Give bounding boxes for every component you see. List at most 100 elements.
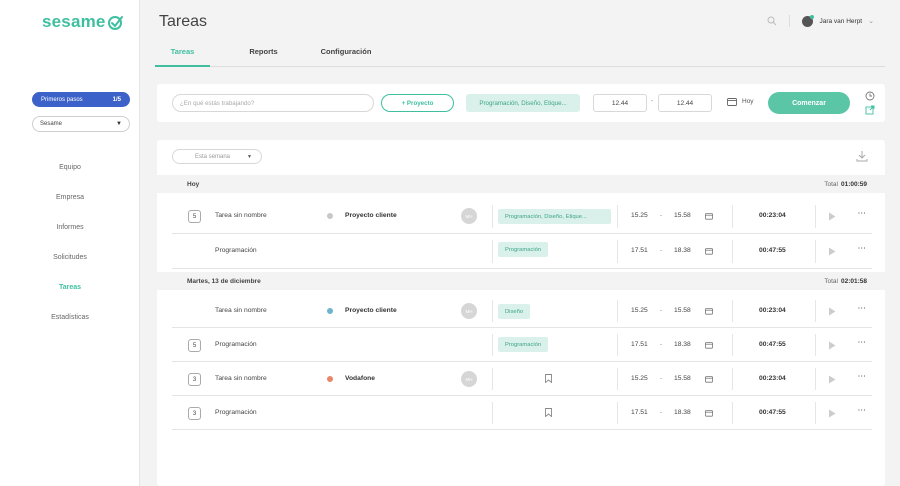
duration[interactable]: 00:47:55 xyxy=(759,341,786,348)
company-select[interactable]: Sesame ▼ xyxy=(32,116,130,132)
company-select-value: Sesame xyxy=(40,121,63,127)
calendar-icon[interactable] xyxy=(705,409,713,417)
end-time[interactable]: 18.38 xyxy=(674,409,691,416)
tag-chip[interactable]: Diseño xyxy=(498,304,531,319)
play-icon[interactable] xyxy=(828,307,836,316)
sidebar-item-tareas[interactable]: Tareas xyxy=(0,272,140,302)
play-icon[interactable] xyxy=(828,409,836,418)
play-icon[interactable] xyxy=(828,247,836,256)
logo-check-icon xyxy=(107,15,123,30)
first-steps-label: Primeros pasos xyxy=(41,96,83,103)
task-name[interactable]: Programación xyxy=(215,341,257,348)
table-row[interactable]: Tarea sin nombre Proyecto cliente MH Dis… xyxy=(172,294,872,328)
table-row[interactable]: 3 Tarea sin nombre Vodafone MH 15.25 - 1… xyxy=(172,362,872,396)
tag-chip[interactable]: Programación xyxy=(498,242,549,257)
period-select[interactable]: Esta semana ▼ xyxy=(172,149,262,164)
sidebar-item-empresa[interactable]: Empresa xyxy=(0,182,140,212)
external-link-icon[interactable] xyxy=(865,105,875,115)
avatar[interactable] xyxy=(802,14,815,27)
divider xyxy=(815,300,816,322)
tab-configuracion[interactable]: Configuración xyxy=(317,42,375,66)
count-badge[interactable]: 5 xyxy=(188,210,201,223)
start-time[interactable]: 15.25 xyxy=(631,375,648,382)
divider xyxy=(492,300,493,322)
task-name[interactable]: Tarea sin nombre xyxy=(215,375,267,382)
task-name[interactable]: Programación xyxy=(215,409,257,416)
more-icon[interactable]: ··· xyxy=(858,210,866,217)
duration[interactable]: 00:23:04 xyxy=(759,375,786,382)
table-row[interactable]: 3 Programación 17.51 - 18.38 00:47:55 ··… xyxy=(172,396,872,430)
more-icon[interactable]: ··· xyxy=(858,407,866,414)
group-total-value: 02:01:58 xyxy=(840,277,867,285)
group-header: Hoy Total 01:00:59 xyxy=(157,175,885,193)
group-total-value: 01:00:59 xyxy=(840,180,867,188)
task-name[interactable]: Tarea sin nombre xyxy=(215,212,267,219)
task-name[interactable]: Tarea sin nombre xyxy=(215,307,267,314)
download-icon[interactable] xyxy=(856,150,868,162)
play-icon[interactable] xyxy=(828,212,836,221)
tab-tareas[interactable]: Tareas xyxy=(155,42,210,67)
tags-select[interactable]: Programación, Diseño, Etique... xyxy=(466,94,580,112)
project-color-dot xyxy=(327,308,333,314)
table-row[interactable]: 5 Tarea sin nombre Proyecto cliente MH P… xyxy=(172,199,872,234)
project-name[interactable]: Proyecto cliente xyxy=(345,212,397,219)
more-icon[interactable]: ··· xyxy=(858,373,866,380)
tag-chip[interactable]: Programación, Diseño, Etique... xyxy=(498,209,611,224)
more-icon[interactable]: ··· xyxy=(858,305,866,312)
start-time-input[interactable]: 12.44 xyxy=(593,94,647,112)
calendar-icon[interactable] xyxy=(705,247,713,255)
sidebar-item-informes[interactable]: Informes xyxy=(0,212,140,242)
task-input[interactable]: ¿En qué estás trabajando? xyxy=(172,94,374,112)
start-time[interactable]: 17.51 xyxy=(631,409,648,416)
task-name[interactable]: Programación xyxy=(215,247,257,254)
end-time[interactable]: 15.58 xyxy=(674,375,691,382)
search-icon[interactable] xyxy=(767,16,777,26)
start-time[interactable]: 15.25 xyxy=(631,307,648,314)
calendar-icon[interactable] xyxy=(705,341,713,349)
logo-text: sesame xyxy=(42,12,106,31)
table-row[interactable]: Programación Programación 17.51 - 18.38 … xyxy=(172,234,872,269)
first-steps-button[interactable]: Primeros pasos 1/5 xyxy=(32,92,130,107)
calendar-icon[interactable] xyxy=(705,375,713,383)
table-row[interactable]: 5 Programación Programación 17.51 - 18.3… xyxy=(172,328,872,362)
start-time[interactable]: 17.51 xyxy=(631,247,648,254)
add-project-button[interactable]: + Proyecto xyxy=(381,94,454,112)
project-name[interactable]: Proyecto cliente xyxy=(345,307,397,314)
logo[interactable]: sesame xyxy=(42,12,124,32)
sidebar-item-equipo[interactable]: Equipo xyxy=(0,152,140,182)
sidebar-item-solicitudes[interactable]: Solicitudes xyxy=(0,242,140,272)
more-icon[interactable]: ··· xyxy=(858,339,866,346)
count-badge[interactable]: 5 xyxy=(188,339,201,352)
duration[interactable]: 00:23:04 xyxy=(759,212,786,219)
calendar-icon[interactable] xyxy=(705,307,713,315)
count-badge[interactable]: 3 xyxy=(188,373,201,386)
end-time[interactable]: 15.58 xyxy=(674,212,691,219)
end-time[interactable]: 15.58 xyxy=(674,307,691,314)
sidebar-item-estadisticas[interactable]: Estadísticas xyxy=(0,302,140,332)
play-icon[interactable] xyxy=(828,341,836,350)
date-picker[interactable]: Hoy xyxy=(727,97,754,106)
tab-reports[interactable]: Reports xyxy=(210,42,317,66)
start-button[interactable]: Comenzar xyxy=(768,92,850,114)
start-time[interactable]: 17.51 xyxy=(631,341,648,348)
calendar-icon[interactable] xyxy=(705,212,713,220)
count-badge[interactable]: 3 xyxy=(188,407,201,420)
clock-icon[interactable] xyxy=(865,91,875,101)
duration[interactable]: 00:47:55 xyxy=(759,247,786,254)
project-name[interactable]: Vodafone xyxy=(345,375,375,382)
more-icon[interactable]: ··· xyxy=(858,245,866,252)
bookmark-icon[interactable] xyxy=(545,408,552,417)
tag-chip[interactable]: Programación xyxy=(498,337,549,352)
end-time[interactable]: 18.38 xyxy=(674,341,691,348)
duration[interactable]: 00:47:55 xyxy=(759,409,786,416)
start-time[interactable]: 15.25 xyxy=(631,212,648,219)
user-area: Jara van Herpt ⌄ xyxy=(767,14,874,27)
period-select-value: Esta semana xyxy=(195,153,231,160)
user-name[interactable]: Jara van Herpt xyxy=(819,18,862,25)
play-icon[interactable] xyxy=(828,375,836,384)
bookmark-icon[interactable] xyxy=(545,374,552,383)
end-time-input[interactable]: 12.44 xyxy=(658,94,712,112)
duration[interactable]: 00:23:04 xyxy=(759,307,786,314)
chevron-down-icon[interactable]: ⌄ xyxy=(868,17,874,25)
end-time[interactable]: 18.38 xyxy=(674,247,691,254)
